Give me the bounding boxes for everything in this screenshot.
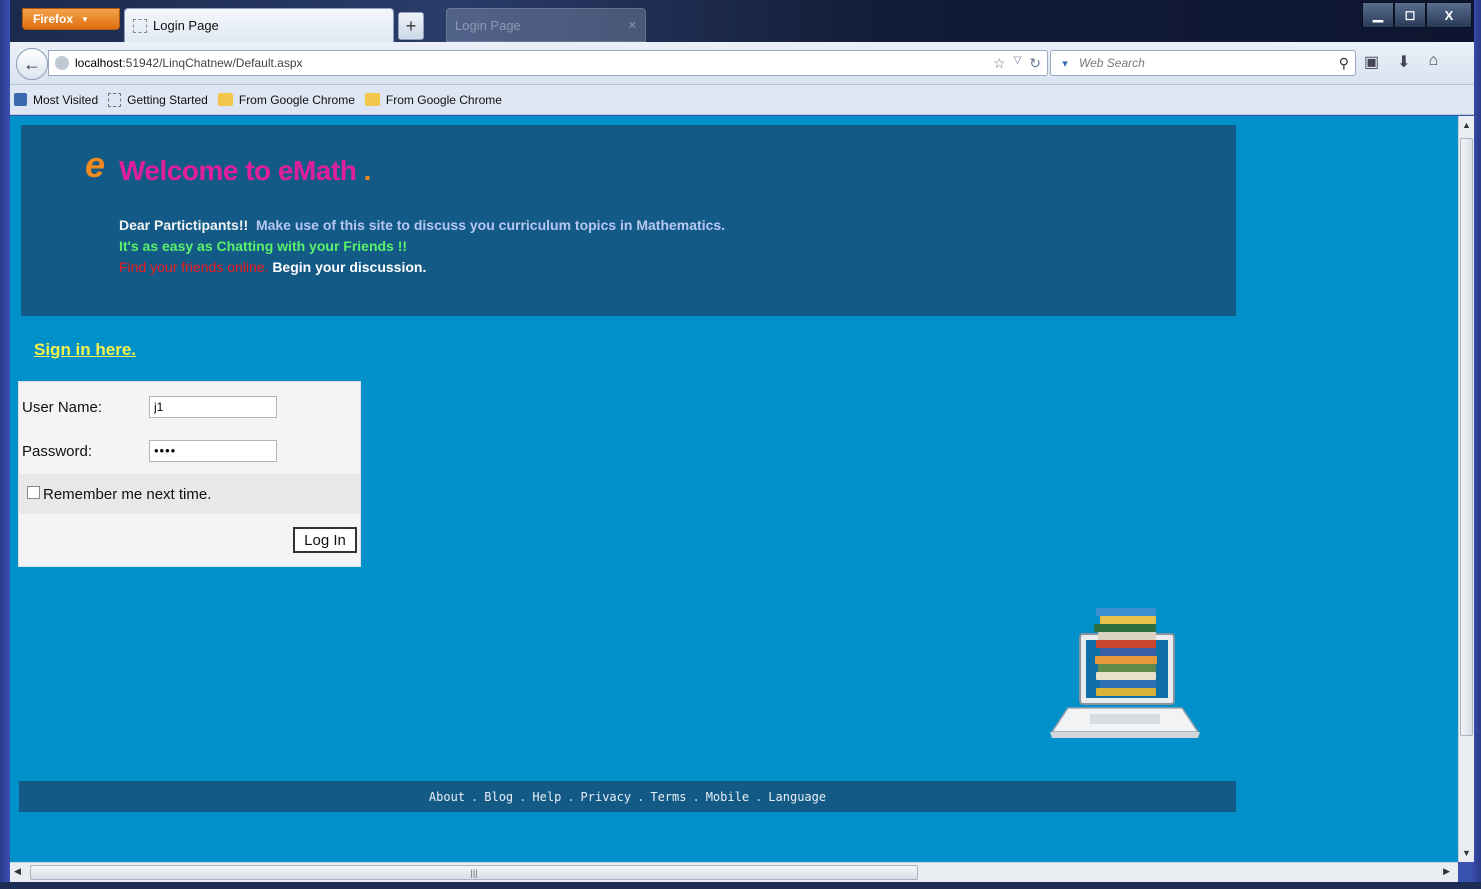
footer-separator: . xyxy=(567,789,575,804)
search-placeholder: Web Search xyxy=(1079,56,1145,70)
footer-link-terms[interactable]: Terms xyxy=(650,790,686,804)
footer-bar: About. Blog. Help. Privacy. Terms. Mobil… xyxy=(19,781,1236,812)
scroll-up-icon[interactable]: ▲ xyxy=(1462,120,1471,130)
bookmark-folder-google-chrome-2[interactable]: From Google Chrome xyxy=(364,93,502,107)
remember-me-label[interactable]: Remember me next time. xyxy=(43,486,211,503)
tab-login-page-active[interactable]: Login Page xyxy=(124,8,394,42)
toolbar-icons: ▣ ⬇ ⌂ xyxy=(1364,52,1438,72)
username-label: User Name: xyxy=(22,399,103,416)
login-button[interactable]: Log In xyxy=(293,527,357,553)
folder-icon xyxy=(217,93,233,106)
scroll-down-icon[interactable]: ▼ xyxy=(1462,848,1471,858)
search-icon[interactable]: ⚲ xyxy=(1339,55,1349,72)
footer-separator: . xyxy=(471,789,479,804)
login-form: User Name: Password: •••• Remember me ne… xyxy=(18,381,361,567)
emath-logo-icon: e xyxy=(85,144,106,185)
address-bar[interactable]: localhost:51942/LinqChatnew/Default.aspx… xyxy=(48,50,1048,76)
footer-separator: . xyxy=(637,789,645,804)
horizontal-scrollbar[interactable]: ◀ ||| ▶ xyxy=(10,862,1458,882)
page-icon xyxy=(108,92,122,107)
intro-line-3: Find your friends online. Begin your dis… xyxy=(119,259,427,275)
page-viewport: e Welcome to eMath . Dear Partictipants!… xyxy=(10,116,1458,862)
home-icon[interactable]: ⌂ xyxy=(1429,52,1439,72)
page-favicon-icon xyxy=(133,18,147,33)
footer-link-privacy[interactable]: Privacy xyxy=(581,790,632,804)
back-button[interactable]: ← xyxy=(16,48,48,80)
welcome-banner: e Welcome to eMath . Dear Partictipants!… xyxy=(21,125,1236,316)
url-path: :51942/LinqChatnew/Default.aspx xyxy=(122,56,303,70)
footer-separator: . xyxy=(692,789,700,804)
username-input[interactable] xyxy=(149,396,277,418)
close-window-button[interactable]: X xyxy=(1426,2,1472,28)
vertical-scroll-thumb[interactable] xyxy=(1460,138,1473,736)
footer-separator: . xyxy=(519,789,527,804)
tab-close-icon[interactable]: ✕ xyxy=(628,19,637,32)
plus-icon: + xyxy=(405,15,417,36)
url-host: localhost xyxy=(75,56,123,70)
search-engine-icon[interactable]: ▾ xyxy=(1051,57,1079,70)
reload-icon[interactable]: ↻ xyxy=(1029,55,1041,72)
chevron-down-icon: ▼ xyxy=(81,14,89,24)
footer-link-blog[interactable]: Blog xyxy=(484,790,513,804)
window-controls: ▁ ◻ X xyxy=(1362,2,1472,28)
password-input[interactable]: •••• xyxy=(149,440,277,462)
scroll-left-icon[interactable]: ◀ xyxy=(14,866,21,877)
new-tab-button[interactable]: + xyxy=(398,12,424,40)
firefox-menu-button[interactable]: Firefox ▼ xyxy=(22,8,120,30)
footer-link-language[interactable]: Language xyxy=(768,790,826,804)
maximize-button[interactable]: ◻ xyxy=(1394,2,1426,28)
minimize-button[interactable]: ▁ xyxy=(1362,2,1394,28)
tab-login-page-inactive[interactable]: Login Page ✕ xyxy=(446,8,646,42)
bookmark-most-visited[interactable]: Most Visited xyxy=(14,93,98,107)
vertical-scrollbar[interactable]: ▲ ▼ xyxy=(1458,116,1474,862)
welcome-heading: Welcome to eMath . xyxy=(119,155,371,186)
footer-link-help[interactable]: Help xyxy=(532,790,561,804)
remember-me-checkbox[interactable] xyxy=(27,486,40,499)
horizontal-scroll-thumb[interactable]: ||| xyxy=(30,865,918,880)
title-bar: Firefox ▼ Login Page + Login Page ✕ ▁ ◻ … xyxy=(10,0,1474,42)
intro-line-1: Dear Partictipants!! Make use of this si… xyxy=(119,217,726,233)
footer-link-about[interactable]: About xyxy=(429,790,465,804)
remember-me-row: Remember me next time. xyxy=(19,474,360,514)
star-icon[interactable]: ☆ xyxy=(993,55,1006,72)
laptop-books-icon xyxy=(1050,608,1200,738)
footer-link-mobile[interactable]: Mobile xyxy=(706,790,749,804)
sign-in-link[interactable]: Sign in here. xyxy=(34,340,136,360)
web-search-bar[interactable]: ▾ Web Search ⚲ xyxy=(1050,50,1356,76)
bookmarks-toolbar: Most Visited Getting Started From Google… xyxy=(10,85,1474,115)
dropdown-arrow-icon[interactable]: ▽ xyxy=(1014,55,1022,72)
footer-separator: . xyxy=(755,789,763,804)
tab-label: Login Page xyxy=(153,18,219,33)
password-label: Password: xyxy=(22,443,93,460)
os-taskbar xyxy=(0,882,1481,889)
most-visited-icon xyxy=(14,93,27,106)
back-arrow-icon: ← xyxy=(23,53,41,74)
download-icon[interactable]: ⬇ xyxy=(1397,52,1410,72)
navigation-bar: ← localhost:51942/LinqChatnew/Default.as… xyxy=(10,42,1474,85)
bookmarks-icon[interactable]: ▣ xyxy=(1364,52,1379,72)
folder-icon xyxy=(364,93,380,106)
bookmark-folder-google-chrome-1[interactable]: From Google Chrome xyxy=(217,93,355,107)
intro-line-2: It's as easy as Chatting with your Frien… xyxy=(119,238,408,254)
globe-icon xyxy=(55,56,69,70)
bookmark-getting-started[interactable]: Getting Started xyxy=(108,92,208,107)
firefox-menu-label: Firefox xyxy=(33,12,74,26)
tab-label: Login Page xyxy=(455,17,521,33)
scroll-right-icon[interactable]: ▶ xyxy=(1443,866,1450,877)
